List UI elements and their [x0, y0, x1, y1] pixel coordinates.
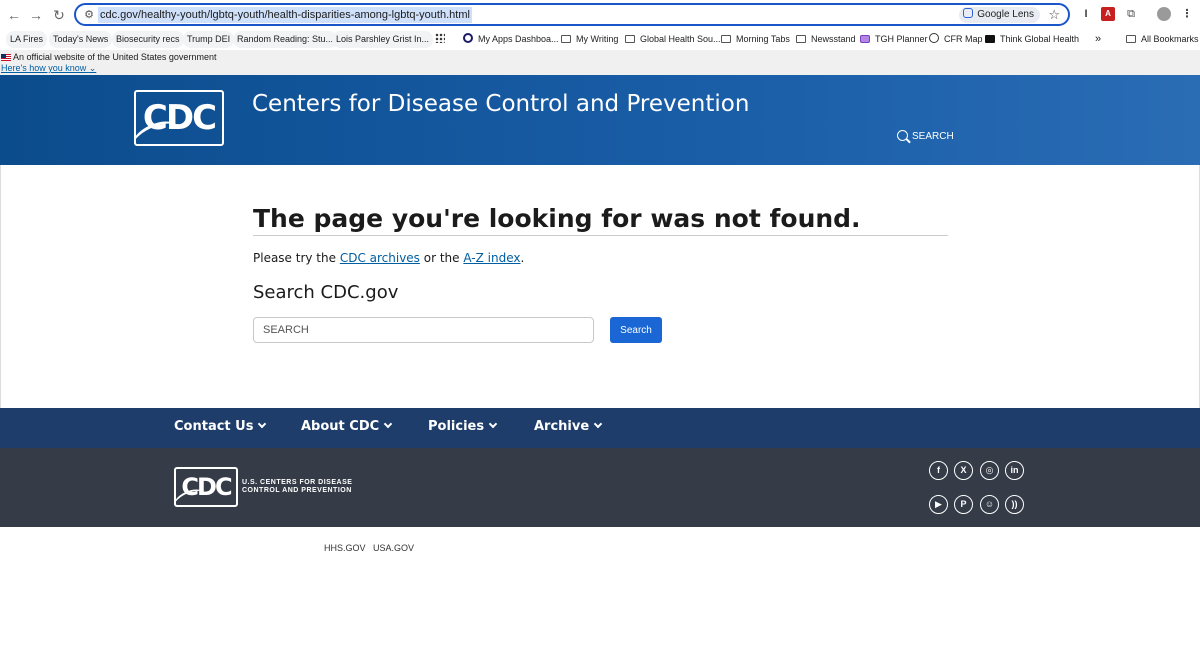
search-heading: Search CDC.gov: [253, 282, 399, 303]
cdc-logo[interactable]: CDC: [134, 90, 224, 146]
site-header: CDC Centers for Disease Control and Prev…: [0, 75, 1200, 165]
folder-icon: [625, 35, 635, 43]
not-found-message: Please try the CDC archives or the A-Z i…: [253, 251, 525, 265]
profile-avatar[interactable]: [1157, 7, 1171, 21]
search-input[interactable]: [253, 317, 594, 343]
bookmark-item[interactable]: Random Reading: Stu...: [233, 31, 338, 48]
gov-banner-link[interactable]: Here's how you know ⌄: [1, 63, 96, 74]
folder-icon: [561, 35, 571, 43]
circle-icon: [463, 33, 473, 43]
folder-icon: [796, 35, 806, 43]
bookmark-star-icon[interactable]: ☆: [1048, 6, 1060, 24]
folder-icon: [721, 35, 731, 43]
footer-links: HHS.GOV USA.GOV: [0, 527, 1200, 649]
apps-grid-icon[interactable]: [431, 31, 454, 48]
hhs-gov-link[interactable]: HHS.GOV: [324, 542, 366, 554]
footer-contact-us[interactable]: Contact Us: [174, 418, 267, 436]
chevron-down-icon: [488, 419, 498, 429]
snapchat-icon[interactable]: ☺: [980, 495, 999, 514]
browser-chrome: ← → ↻ ⚙ cdc.gov/healthy-youth/lgbtq-yout…: [0, 0, 1200, 50]
browser-toolbar: ← → ↻ ⚙ cdc.gov/healthy-youth/lgbtq-yout…: [0, 0, 1200, 30]
youtube-icon[interactable]: ▶: [929, 495, 948, 514]
globe-icon: [929, 33, 939, 43]
bookmark-folder[interactable]: Morning Tabs: [717, 31, 794, 48]
back-arrow-icon[interactable]: ←: [5, 6, 23, 24]
pinterest-icon[interactable]: P: [954, 495, 973, 514]
chevron-down-icon: [593, 419, 603, 429]
bookmark-folder[interactable]: My Writing: [557, 31, 622, 48]
bookmark-folder[interactable]: Global Health Sou...: [621, 31, 725, 48]
gov-banner: An official website of the United States…: [0, 50, 1200, 75]
bookmark-item[interactable]: TGH Planner: [856, 31, 932, 48]
footer-nav: Contact Us About CDC Policies Archive: [0, 408, 1200, 448]
site-title[interactable]: Centers for Disease Control and Preventi…: [252, 89, 749, 119]
footer-about-cdc[interactable]: About CDC: [301, 418, 393, 436]
search-button[interactable]: Search: [610, 317, 662, 343]
linkedin-icon[interactable]: in: [1005, 461, 1024, 480]
instagram-icon[interactable]: ◎: [980, 461, 999, 480]
bookmark-item[interactable]: Trump DEI: [183, 31, 235, 48]
page-title: The page you're looking for was not foun…: [253, 203, 948, 236]
site-icon: [985, 35, 995, 43]
footer-main: CDC U.S. CENTERS FOR DISEASE CONTROL AND …: [0, 448, 1200, 527]
pdf-extension-icon[interactable]: A: [1101, 7, 1115, 21]
chevron-down-icon: [258, 419, 267, 429]
usa-gov-link[interactable]: USA.GOV: [373, 542, 414, 554]
az-index-link[interactable]: A-Z index: [463, 251, 520, 265]
bookmark-item[interactable]: LA Fires: [6, 31, 48, 48]
lens-label: Google Lens: [977, 9, 1034, 20]
us-flag-icon: [1, 54, 11, 61]
footer-org-name: U.S. CENTERS FOR DISEASE CONTROL AND PREV…: [242, 479, 353, 494]
heart-icon: [860, 35, 870, 43]
address-bar[interactable]: ⚙ cdc.gov/healthy-youth/lgbtq-youth/heal…: [74, 3, 1070, 26]
google-lens-button[interactable]: Google Lens: [959, 7, 1040, 23]
puzzle-icon[interactable]: ⧉: [1124, 7, 1138, 21]
header-search-button[interactable]: SEARCH: [897, 129, 954, 145]
facebook-icon[interactable]: f: [929, 461, 948, 480]
rss-icon[interactable]: )): [1005, 495, 1024, 514]
bookmark-item[interactable]: My Apps Dashboa...: [459, 31, 563, 48]
url-text[interactable]: cdc.gov/healthy-youth/lgbtq-youth/health…: [98, 7, 472, 23]
site-info-icon[interactable]: ⚙: [82, 8, 96, 22]
footer-archive[interactable]: Archive: [534, 418, 603, 436]
menu-kebab-icon[interactable]: ⋮: [1180, 7, 1194, 21]
lens-icon: [963, 8, 974, 18]
bookmarks-overflow[interactable]: »: [1091, 31, 1105, 48]
footer-cdc-logo[interactable]: CDC: [174, 467, 238, 507]
reload-icon[interactable]: ↻: [50, 6, 68, 24]
search-icon: [897, 130, 908, 141]
x-icon[interactable]: X: [954, 461, 973, 480]
bookmark-item[interactable]: Think Global Health: [981, 31, 1083, 48]
extension-icon[interactable]: I: [1079, 7, 1093, 21]
cdc-archives-link[interactable]: CDC archives: [340, 251, 420, 265]
chevron-down-icon: [383, 419, 393, 429]
folder-icon: [1126, 35, 1136, 43]
bookmark-item[interactable]: Biosecurity recs: [112, 31, 184, 48]
bookmark-folder[interactable]: Newsstand: [792, 31, 860, 48]
bookmark-item[interactable]: Lois Parshley Grist In...: [332, 31, 434, 48]
bookmark-item[interactable]: CFR Map: [925, 31, 987, 48]
gov-banner-text: An official website of the United States…: [13, 52, 217, 62]
chevron-down-icon: ⌄: [88, 63, 97, 73]
bookmark-item[interactable]: Today's News: [49, 31, 113, 48]
main-content: The page you're looking for was not foun…: [0, 165, 1200, 408]
footer-policies[interactable]: Policies: [428, 418, 498, 436]
all-bookmarks[interactable]: All Bookmarks: [1122, 31, 1200, 48]
forward-arrow-icon[interactable]: →: [27, 6, 45, 24]
bookmarks-bar: LA Fires Today's News Biosecurity recs T…: [0, 31, 1200, 48]
